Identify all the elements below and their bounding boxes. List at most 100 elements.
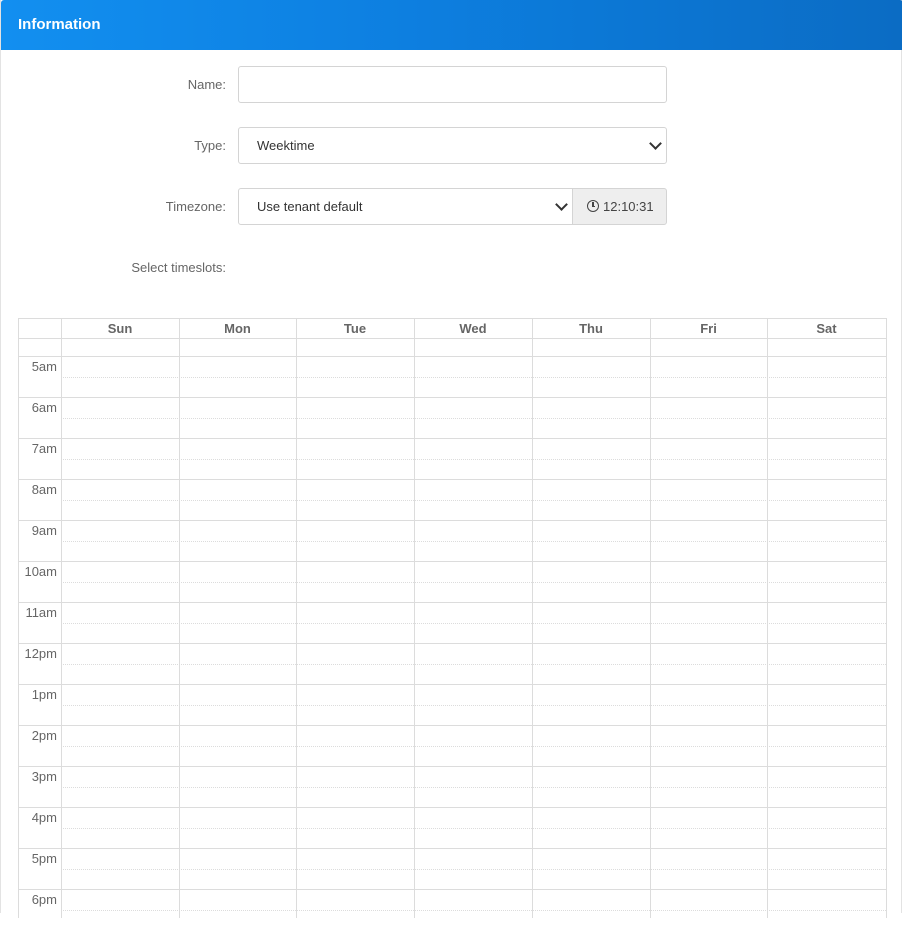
timeslot-cell[interactable] [533, 767, 650, 807]
timeslot-cell[interactable] [651, 890, 767, 930]
timeslot-cell[interactable] [533, 685, 650, 725]
timeslot-cell[interactable] [297, 767, 414, 807]
timeslot-cell[interactable] [62, 439, 179, 479]
timeslot-cell[interactable] [651, 849, 767, 889]
timeslot-cell[interactable] [297, 849, 414, 889]
timeslot-cell[interactable] [415, 521, 532, 561]
timeslot-cell[interactable] [180, 685, 296, 725]
timeslot-cell[interactable] [62, 849, 179, 889]
timeslot-cell[interactable] [297, 480, 414, 520]
timeslot-cell[interactable] [297, 603, 414, 643]
timeslot-cell[interactable] [533, 808, 650, 848]
timeslot-cell[interactable] [768, 357, 886, 397]
timeslot-cell[interactable] [533, 357, 650, 397]
timeslot-cell[interactable] [180, 890, 296, 930]
timeslot-cell[interactable] [62, 521, 179, 561]
timeslot-cell[interactable] [768, 603, 886, 643]
timeslot-cell[interactable] [415, 398, 532, 438]
timeslot-cell[interactable] [533, 890, 650, 930]
timeslot-cell[interactable] [533, 439, 650, 479]
timeslot-cell[interactable] [768, 767, 886, 807]
type-select[interactable]: Weektime [238, 127, 667, 164]
timeslot-cell[interactable] [297, 398, 414, 438]
timeslot-cell[interactable] [651, 398, 767, 438]
timeslot-cell[interactable] [768, 849, 886, 889]
timeslot-cell[interactable] [533, 480, 650, 520]
timeslot-cell[interactable] [651, 808, 767, 848]
timeslot-cell[interactable] [415, 726, 532, 766]
timeslot-cell[interactable] [768, 644, 886, 684]
timeslot-cell[interactable] [62, 398, 179, 438]
timeslot-cell[interactable] [62, 603, 179, 643]
timeslot-cell[interactable] [415, 357, 532, 397]
timeslot-cell[interactable] [768, 521, 886, 561]
timeslot-cell[interactable] [297, 439, 414, 479]
timeslot-cell[interactable] [651, 726, 767, 766]
timeslot-cell[interactable] [62, 562, 179, 602]
timeslot-cell[interactable] [768, 439, 886, 479]
timeslot-cell[interactable] [297, 357, 414, 397]
timeslot-cell[interactable] [297, 685, 414, 725]
timeslot-cell[interactable] [415, 685, 532, 725]
timeslot-cell[interactable] [297, 644, 414, 684]
timeslot-cell[interactable] [180, 562, 296, 602]
timeslot-cell[interactable] [415, 849, 532, 889]
timeslot-cell[interactable] [651, 767, 767, 807]
timeslot-cell[interactable] [62, 357, 179, 397]
timeslot-cell[interactable] [62, 767, 179, 807]
timeslot-cell[interactable] [62, 644, 179, 684]
timeslot-cell[interactable] [768, 726, 886, 766]
timeslot-cell[interactable] [415, 562, 532, 602]
timeslot-cell[interactable] [62, 726, 179, 766]
timeslot-cell[interactable] [533, 849, 650, 889]
timeslot-cell[interactable] [62, 685, 179, 725]
timeslot-cell[interactable] [180, 644, 296, 684]
timeslot-cell[interactable] [768, 398, 886, 438]
timeslot-cell[interactable] [415, 439, 532, 479]
timeslot-cell[interactable] [651, 480, 767, 520]
timeslot-cell[interactable] [768, 480, 886, 520]
timeslot-calendar[interactable]: Sun Mon Tue Wed Thu Fri Sat 5am 6am 7am 8am 9am 10am… [18, 318, 887, 918]
timeslot-cell[interactable] [533, 644, 650, 684]
timeslot-cell[interactable] [297, 562, 414, 602]
timeslot-cell[interactable] [768, 808, 886, 848]
timeslot-cell[interactable] [180, 398, 296, 438]
timeslot-cell[interactable] [180, 808, 296, 848]
timeslot-cell[interactable] [415, 603, 532, 643]
timeslot-cell[interactable] [651, 521, 767, 561]
timeslot-cell[interactable] [415, 890, 532, 930]
timeslot-cell[interactable] [533, 603, 650, 643]
timeslot-cell[interactable] [415, 644, 532, 684]
timeslot-cell[interactable] [180, 726, 296, 766]
timeslot-cell[interactable] [415, 767, 532, 807]
timeslot-cell[interactable] [415, 480, 532, 520]
timeslot-cell[interactable] [651, 562, 767, 602]
timeslot-cell[interactable] [180, 357, 296, 397]
timeslot-cell[interactable] [651, 644, 767, 684]
timeslot-cell[interactable] [62, 890, 179, 930]
timeslot-cell[interactable] [180, 439, 296, 479]
timeslot-cell[interactable] [180, 767, 296, 807]
timeslot-cell[interactable] [651, 357, 767, 397]
timeslot-cell[interactable] [297, 726, 414, 766]
timeslot-cell[interactable] [651, 439, 767, 479]
timeslot-cell[interactable] [768, 562, 886, 602]
timeslot-cell[interactable] [180, 521, 296, 561]
timeslot-cell[interactable] [62, 808, 179, 848]
timeslot-cell[interactable] [651, 685, 767, 725]
timeslot-cell[interactable] [533, 562, 650, 602]
timeslot-cell[interactable] [297, 521, 414, 561]
timeslot-cell[interactable] [768, 890, 886, 930]
name-input[interactable] [238, 66, 667, 103]
timeslot-cell[interactable] [768, 685, 886, 725]
timeslot-cell[interactable] [180, 849, 296, 889]
timeslot-cell[interactable] [62, 480, 179, 520]
timeslot-cell[interactable] [180, 603, 296, 643]
timezone-select[interactable]: Use tenant default [238, 188, 573, 225]
timeslot-cell[interactable] [651, 603, 767, 643]
timeslot-cell[interactable] [533, 726, 650, 766]
timeslot-cell[interactable] [297, 890, 414, 930]
timeslot-cell[interactable] [415, 808, 532, 848]
timeslot-cell[interactable] [533, 398, 650, 438]
timeslot-cell[interactable] [297, 808, 414, 848]
